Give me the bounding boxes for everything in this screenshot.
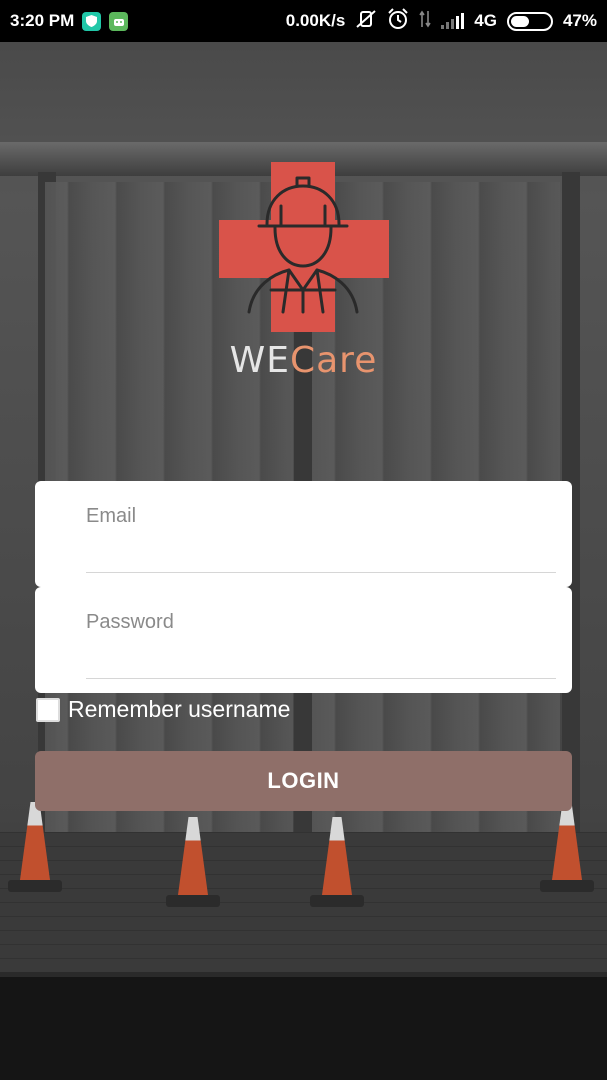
android-app-icon xyxy=(109,11,129,31)
password-label: Password xyxy=(86,611,174,633)
signal-icon xyxy=(441,13,465,29)
remember-label[interactable]: Remember username xyxy=(68,696,290,723)
login-button[interactable]: LOGIN xyxy=(35,751,572,811)
email-field[interactable]: Email xyxy=(35,481,572,587)
battery-icon xyxy=(506,11,553,31)
pavement xyxy=(0,832,607,972)
status-time: 3:20 PM xyxy=(10,11,75,30)
wecare-logo xyxy=(219,162,389,332)
traffic-cone xyxy=(8,802,62,892)
email-label: Email xyxy=(86,505,137,527)
network-speed: 0.00K/s xyxy=(285,11,346,30)
email-input[interactable] xyxy=(86,533,556,573)
shield-app-icon xyxy=(82,11,102,31)
traffic-cone xyxy=(540,802,594,892)
traffic-cone xyxy=(166,817,220,907)
vibrate-off-icon xyxy=(355,9,377,34)
remember-checkbox[interactable] xyxy=(36,697,60,722)
brand-name-part2: Care xyxy=(289,340,378,381)
network-type: 4G xyxy=(474,11,497,30)
brand-name-part1: WE xyxy=(229,340,290,381)
status-bar: 3:20 PM 0.00K/s 4G 47% xyxy=(0,0,607,42)
red-cross-worker-icon xyxy=(219,162,389,332)
data-arrows-icon xyxy=(419,10,431,33)
remember-username[interactable]: Remember username xyxy=(36,696,290,723)
road xyxy=(0,977,607,1080)
battery-percent: 47% xyxy=(562,11,597,30)
alarm-icon xyxy=(387,7,409,35)
password-input[interactable] xyxy=(86,639,556,679)
password-field[interactable]: Password xyxy=(35,587,572,693)
traffic-cone xyxy=(310,817,364,907)
brand-name: WECare xyxy=(0,340,607,381)
